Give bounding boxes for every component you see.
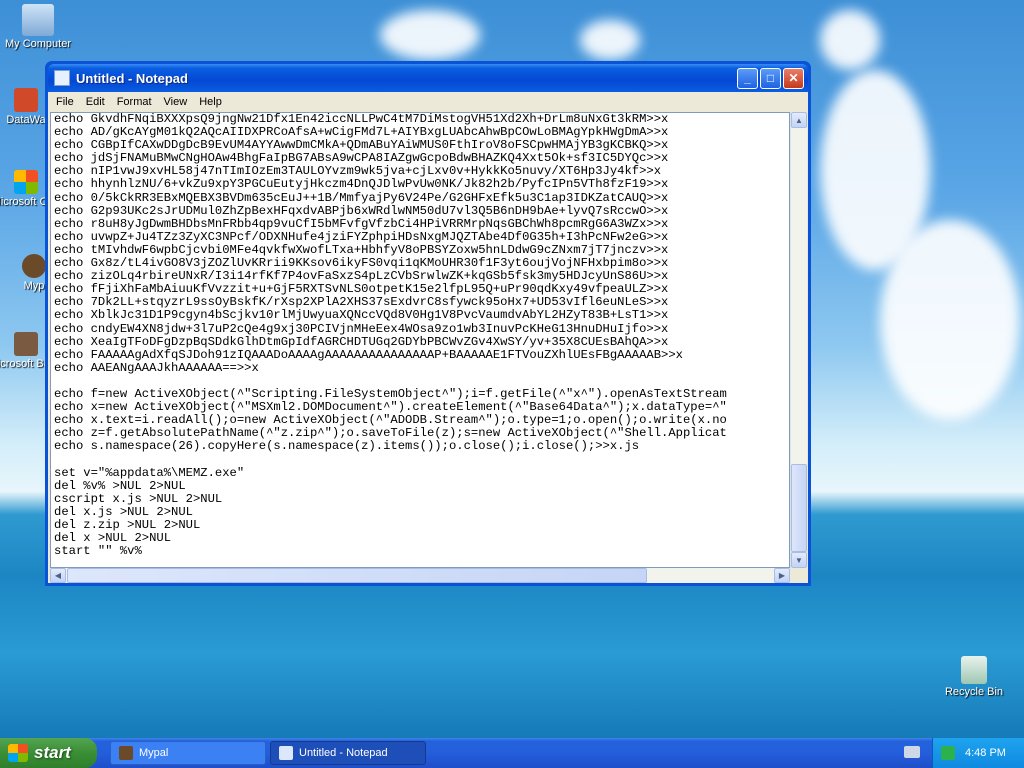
taskbar-item-label: Untitled - Notepad (299, 747, 388, 759)
notepad-icon (54, 70, 70, 86)
mypal-icon (119, 746, 133, 760)
system-tray: 4:48 PM (932, 738, 1024, 768)
datawa-icon (14, 88, 38, 112)
arrow-down-icon: ▼ (795, 555, 803, 565)
desktop-icon-recycle-bin[interactable]: Recycle Bin (934, 656, 1014, 698)
horizontal-scroll-thumb[interactable] (67, 568, 647, 583)
clock[interactable]: 4:48 PM (965, 747, 1006, 759)
scroll-left-button[interactable]: ◀ (50, 568, 66, 583)
arrow-right-icon: ▶ (778, 571, 786, 580)
mypal-icon (22, 254, 46, 278)
basic-icon (14, 332, 38, 356)
notepad-window: Untitled - Notepad _ □ ✕ File Edit Forma… (45, 61, 811, 586)
notepad-icon (279, 746, 293, 760)
title-bar[interactable]: Untitled - Notepad _ □ ✕ (48, 64, 808, 92)
menu-file[interactable]: File (50, 96, 80, 108)
editor-content[interactable]: echo GkvdhFNqiBXXXpsQ9jngNw21Dfx1En42icc… (51, 113, 789, 558)
minimize-button[interactable]: _ (737, 67, 758, 89)
start-button[interactable]: start (0, 738, 97, 768)
tray-app-icon[interactable] (941, 746, 955, 760)
window-title: Untitled - Notepad (76, 70, 188, 86)
scroll-up-button[interactable]: ▲ (791, 112, 807, 128)
close-icon: ✕ (788, 71, 799, 85)
client-area: echo GkvdhFNqiBXXXpsQ9jngNw21Dfx1En42icc… (48, 112, 808, 583)
menu-edit[interactable]: Edit (80, 96, 111, 108)
cpp-icon (14, 170, 38, 194)
arrow-up-icon: ▲ (795, 115, 803, 125)
menu-view[interactable]: View (158, 96, 194, 108)
scroll-down-button[interactable]: ▼ (791, 552, 807, 568)
computer-icon (22, 4, 54, 36)
recycle-bin-icon (961, 656, 987, 684)
maximize-icon: □ (766, 71, 775, 85)
arrow-left-icon: ◀ (54, 571, 62, 580)
text-editor[interactable]: echo GkvdhFNqiBXXXpsQ9jngNw21Dfx1En42icc… (50, 112, 790, 568)
windows-logo-icon (8, 744, 28, 762)
close-button[interactable]: ✕ (783, 67, 804, 89)
scroll-right-button[interactable]: ▶ (774, 568, 790, 583)
vertical-scroll-thumb[interactable] (791, 464, 807, 552)
start-label: start (34, 743, 71, 762)
desktop-icon-label: My Computer (4, 38, 72, 50)
menu-help[interactable]: Help (193, 96, 228, 108)
horizontal-scrollbar[interactable]: ◀ ▶ (50, 568, 790, 583)
keyboard-icon[interactable] (904, 746, 920, 758)
desktop-icon-label: Recycle Bin (944, 686, 1004, 698)
desktop-icon-my-computer[interactable]: My Computer (0, 4, 78, 50)
menu-bar: File Edit Format View Help (48, 92, 808, 112)
minimize-icon: _ (744, 71, 751, 85)
vertical-scrollbar[interactable]: ▲ ▼ (790, 112, 807, 568)
taskbar-item-label: Mypal (139, 747, 169, 759)
taskbar-item-mypal[interactable]: Mypal (110, 741, 266, 765)
menu-format[interactable]: Format (111, 96, 158, 108)
taskbar-item-notepad[interactable]: Untitled - Notepad (270, 741, 426, 765)
maximize-button[interactable]: □ (760, 67, 781, 89)
